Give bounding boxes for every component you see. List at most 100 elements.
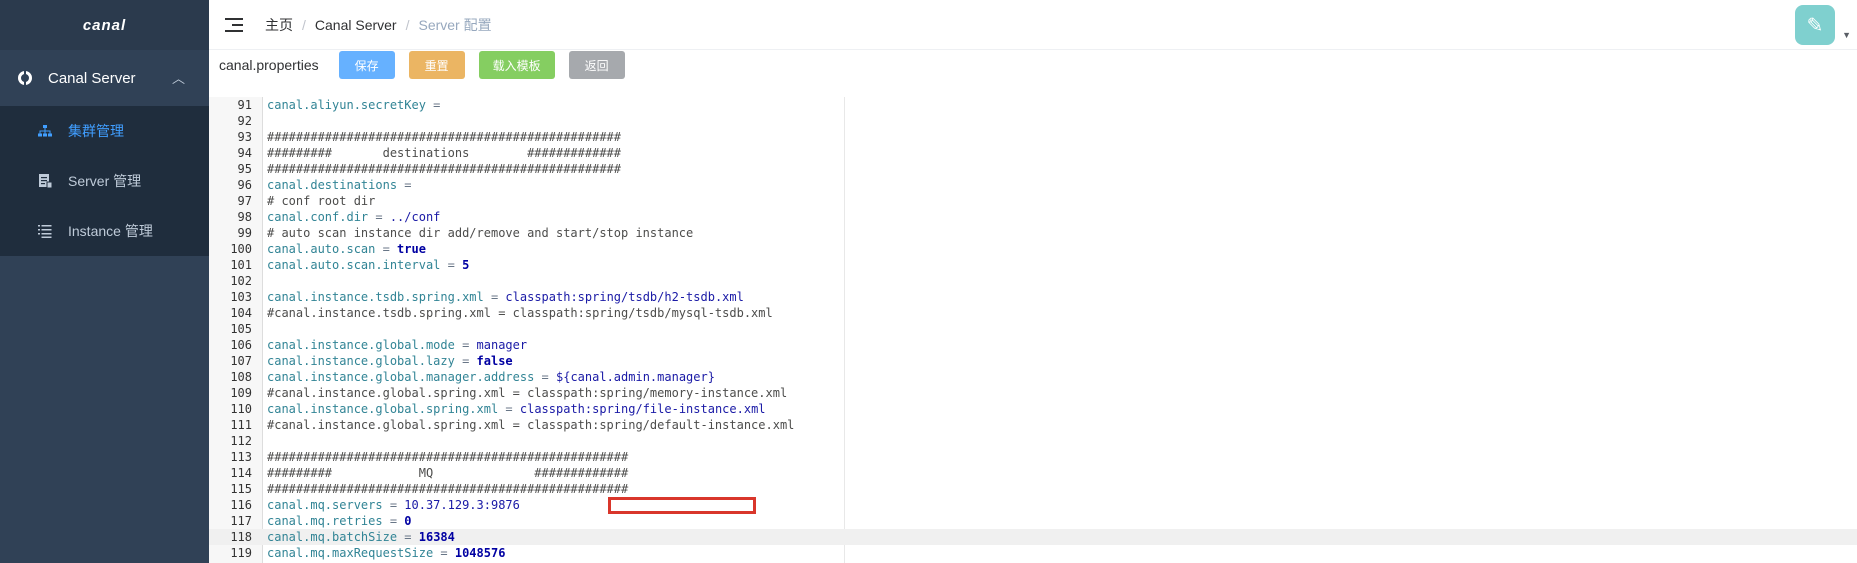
code-line[interactable]: 96 canal.destinations = <box>209 177 1857 193</box>
pie-chart-icon <box>18 68 32 86</box>
line-number: 115 <box>230 482 252 496</box>
code-line[interactable]: 102 <box>209 273 1857 289</box>
avatar[interactable]: ✎ <box>1795 5 1835 45</box>
code-line[interactable]: 91 canal.aliyun.secretKey = <box>209 97 1857 113</box>
line-code[interactable]: # conf root dir <box>267 193 375 209</box>
code-line[interactable]: 100 canal.auto.scan = true <box>209 241 1857 257</box>
code-line[interactable]: 118 canal.mq.batchSize = 16384 <box>209 529 1857 545</box>
line-code[interactable]: #canal.instance.global.spring.xml = clas… <box>267 417 794 433</box>
line-number: 100 <box>230 242 252 256</box>
code-lines[interactable]: 91 canal.aliyun.secretKey = 92 93 ##########… <box>209 97 1857 561</box>
line-code[interactable]: canal.instance.global.manager.address = … <box>267 369 715 385</box>
line-number: 117 <box>230 514 252 528</box>
code-line[interactable]: 115 #####################################… <box>209 481 1857 497</box>
line-code[interactable]: canal.mq.servers = 10.37.129.3:9876 <box>267 497 520 513</box>
line-number: 119 <box>230 546 252 560</box>
reset-button[interactable]: 重置 <box>408 51 465 79</box>
line-code[interactable]: canal.instance.global.mode = manager <box>267 337 527 353</box>
highlight-box <box>608 497 756 514</box>
line-code[interactable]: ######### destinations ############# <box>267 145 621 161</box>
code-line[interactable]: 107 canal.instance.global.lazy = false <box>209 353 1857 369</box>
code-line[interactable]: 113 #####################################… <box>209 449 1857 465</box>
line-code[interactable]: canal.mq.retries = 0 <box>267 513 412 529</box>
code-line[interactable]: 112 <box>209 433 1857 449</box>
line-code[interactable]: #canal.instance.tsdb.spring.xml = classp… <box>267 305 773 321</box>
save-button[interactable]: 保存 <box>338 51 395 79</box>
chevron-up-icon: ︿ <box>171 71 185 86</box>
code-line[interactable]: 95 ######################################… <box>209 161 1857 177</box>
line-number: 93 <box>237 130 252 144</box>
cluster-icon <box>38 125 52 137</box>
line-code[interactable]: canal.instance.tsdb.spring.xml = classpa… <box>267 289 744 305</box>
sidebar-item-cluster[interactable]: 集群管理 <box>0 106 209 156</box>
code-line[interactable]: 99 # auto scan instance dir add/remove an… <box>209 225 1857 241</box>
sidebar-item-instance[interactable]: Instance 管理 <box>0 206 209 256</box>
hamburger-icon[interactable] <box>225 17 243 32</box>
line-number: 113 <box>230 450 252 464</box>
line-code[interactable]: canal.auto.scan = true <box>267 241 426 257</box>
line-code[interactable]: #canal.instance.global.spring.xml = clas… <box>267 385 787 401</box>
code-line[interactable]: 110 canal.instance.global.spring.xml = cl… <box>209 401 1857 417</box>
line-code[interactable]: canal.mq.batchSize = 16384 <box>267 529 455 545</box>
code-line[interactable]: 114 ######### MQ ############# <box>209 465 1857 481</box>
code-line[interactable]: 104 #canal.instance.tsdb.spring.xml = cla… <box>209 305 1857 321</box>
logo[interactable]: canal <box>0 0 209 50</box>
code-line[interactable]: 92 <box>209 113 1857 129</box>
line-code[interactable]: canal.aliyun.secretKey = <box>267 97 440 113</box>
sidebar-item-label: Instance 管理 <box>68 223 153 239</box>
line-number: 108 <box>230 370 252 384</box>
list-icon <box>38 225 52 238</box>
submenu: 集群管理 Server 管理 Instance 管理 <box>0 106 209 256</box>
line-code[interactable]: ########################################… <box>267 481 628 497</box>
code-line[interactable]: 117 canal.mq.retries = 0 <box>209 513 1857 529</box>
code-line[interactable]: 105 <box>209 321 1857 337</box>
line-number: 109 <box>230 386 252 400</box>
sidebar-item-server[interactable]: Server 管理 <box>0 156 209 206</box>
line-code[interactable]: canal.instance.global.spring.xml = class… <box>267 401 766 417</box>
line-number: 94 <box>237 146 252 160</box>
line-code[interactable]: canal.auto.scan.interval = 5 <box>267 257 469 273</box>
line-number: 98 <box>237 210 252 224</box>
caret-down-icon[interactable]: ▼ <box>1842 30 1851 40</box>
code-line[interactable]: 93 ######################################… <box>209 129 1857 145</box>
line-code[interactable]: canal.instance.global.lazy = false <box>267 353 513 369</box>
code-line[interactable]: 94 ######### destinations ############# <box>209 145 1857 161</box>
breadcrumb-home[interactable]: 主页 <box>265 15 293 35</box>
line-number: 118 <box>230 530 252 544</box>
code-line[interactable]: 97 # conf root dir <box>209 193 1857 209</box>
code-line[interactable]: 109 #canal.instance.global.spring.xml = c… <box>209 385 1857 401</box>
code-line[interactable]: 106 canal.instance.global.mode = manager <box>209 337 1857 353</box>
line-number: 91 <box>237 98 252 112</box>
code-line[interactable]: 101 canal.auto.scan.interval = 5 <box>209 257 1857 273</box>
code-line[interactable]: 108 canal.instance.global.manager.address… <box>209 369 1857 385</box>
line-code[interactable]: # auto scan instance dir add/remove and … <box>267 225 693 241</box>
line-number: 97 <box>237 194 252 208</box>
code-line[interactable]: 116 canal.mq.servers = 10.37.129.3:9876 <box>209 497 1857 514</box>
file-name-label: canal.properties <box>219 57 319 73</box>
sidebar-item-label: Server 管理 <box>68 173 142 189</box>
code-editor[interactable]: 91 canal.aliyun.secretKey = 92 93 ##########… <box>209 97 1857 563</box>
code-line[interactable]: 111 #canal.instance.global.spring.xml = c… <box>209 417 1857 433</box>
line-number: 95 <box>237 162 252 176</box>
code-line[interactable]: 98 canal.conf.dir = ../conf <box>209 209 1857 225</box>
line-code[interactable]: ######### MQ ############# <box>267 465 628 481</box>
line-code[interactable]: canal.mq.maxRequestSize = 1048576 <box>267 545 505 561</box>
sidebar-item-label: 集群管理 <box>68 123 124 139</box>
menu-group-canal-server[interactable]: Canal Server ︿ <box>0 50 209 106</box>
back-button[interactable]: 返回 <box>568 51 625 79</box>
line-number: 96 <box>237 178 252 192</box>
line-number: 106 <box>230 338 252 352</box>
code-line[interactable]: 119 canal.mq.maxRequestSize = 1048576 <box>209 545 1857 561</box>
line-number: 102 <box>230 274 252 288</box>
line-code[interactable]: ########################################… <box>267 129 621 145</box>
line-code[interactable]: canal.conf.dir = ../conf <box>267 209 440 225</box>
load-template-button[interactable]: 载入模板 <box>478 51 555 79</box>
line-code[interactable]: canal.destinations = <box>267 177 412 193</box>
breadcrumb-canal-server[interactable]: Canal Server <box>315 17 397 33</box>
line-code[interactable]: ########################################… <box>267 449 628 465</box>
code-line[interactable]: 103 canal.instance.tsdb.spring.xml = clas… <box>209 289 1857 305</box>
avatar-icon: ✎ <box>1806 14 1824 37</box>
line-code[interactable]: ########################################… <box>267 161 621 177</box>
breadcrumb-separator: / <box>405 16 410 33</box>
line-number: 116 <box>230 498 252 512</box>
